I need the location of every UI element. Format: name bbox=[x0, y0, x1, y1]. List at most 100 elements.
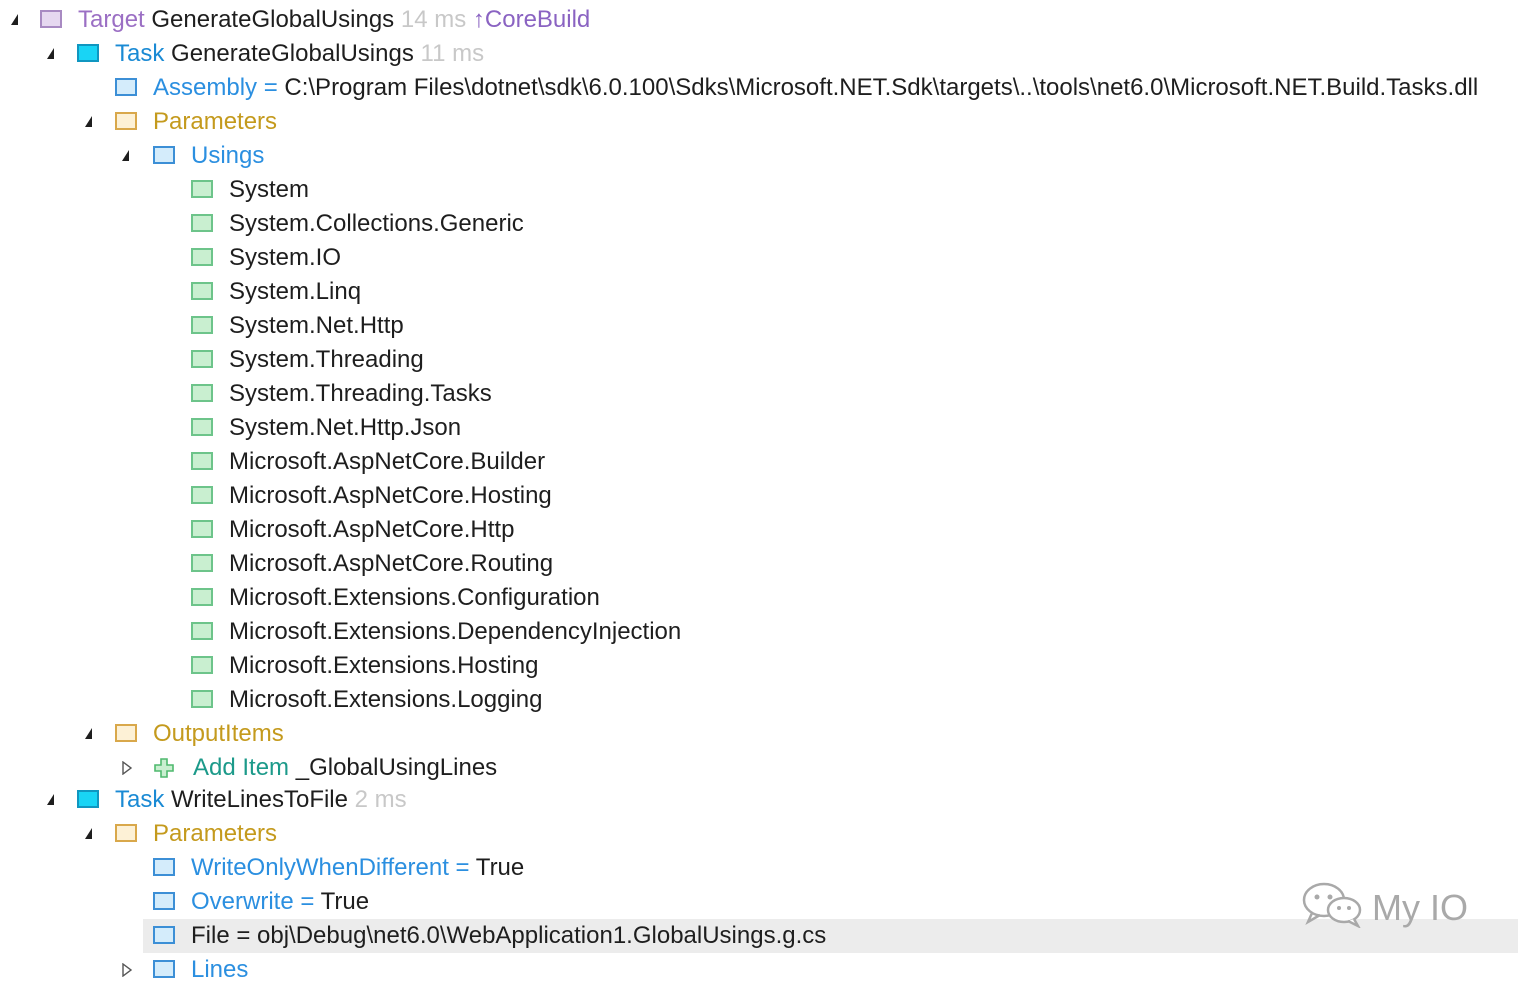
list-item[interactable]: System.Net.Http bbox=[0, 309, 1518, 343]
tree-node-task[interactable]: Task GenerateGlobalUsings 11 ms bbox=[0, 37, 1518, 71]
chat-bubbles-icon bbox=[1300, 880, 1366, 937]
item-label: System.Linq bbox=[229, 278, 362, 305]
tree-node-parameter[interactable]: Usings bbox=[0, 139, 1518, 173]
item-icon bbox=[191, 690, 213, 708]
item-label: Microsoft.Extensions.Hosting bbox=[229, 652, 539, 679]
property-key: Overwrite bbox=[191, 888, 294, 915]
node-label: Lines bbox=[191, 956, 249, 983]
list-item[interactable]: System.IO bbox=[0, 241, 1518, 275]
tree-node-property[interactable]: Overwrite = True bbox=[0, 885, 1518, 919]
list-item[interactable]: Microsoft.AspNetCore.Builder bbox=[0, 445, 1518, 479]
task-icon bbox=[77, 790, 99, 808]
list-item[interactable]: Microsoft.AspNetCore.Http bbox=[0, 513, 1518, 547]
expand-toggle-icon[interactable] bbox=[4, 3, 24, 37]
node-label: Assembly = C:\Program Files\dotnet\sdk\6… bbox=[153, 71, 1478, 105]
tree-node-parameter[interactable]: Lines bbox=[0, 953, 1518, 987]
item-label: Microsoft.AspNetCore.Builder bbox=[229, 448, 546, 475]
tree-node-add-item[interactable]: Add Item _GlobalUsingLines bbox=[0, 751, 1518, 785]
list-item[interactable]: System.Linq bbox=[0, 275, 1518, 309]
item-label: System.IO bbox=[229, 244, 342, 271]
node-duration: 11 ms bbox=[420, 40, 485, 67]
tree-node-target[interactable]: Target GenerateGlobalUsings 14 ms ↑CoreB… bbox=[0, 3, 1518, 37]
node-label: Parameters bbox=[153, 108, 278, 135]
property-icon bbox=[115, 78, 137, 96]
node-label: Overwrite = True bbox=[191, 885, 369, 919]
item-label: System.Net.Http.Json bbox=[229, 414, 462, 441]
node-duration: 2 ms bbox=[354, 786, 407, 813]
expand-toggle-icon[interactable] bbox=[40, 37, 60, 71]
tree-node-folder[interactable]: Parameters bbox=[0, 105, 1518, 139]
list-item[interactable]: Microsoft.AspNetCore.Hosting bbox=[0, 479, 1518, 513]
item-icon bbox=[191, 350, 213, 368]
expand-toggle-icon[interactable] bbox=[78, 717, 98, 751]
watermark: My IO bbox=[1300, 880, 1468, 936]
item-label: System.Threading.Tasks bbox=[229, 380, 492, 407]
node-name: GenerateGlobalUsings bbox=[171, 40, 414, 67]
list-item[interactable]: Microsoft.Extensions.Logging bbox=[0, 683, 1518, 717]
expand-toggle-icon[interactable] bbox=[115, 139, 135, 173]
tree-node-folder[interactable]: Parameters bbox=[0, 817, 1518, 851]
parameter-icon bbox=[153, 960, 175, 978]
property-key: Assembly bbox=[153, 74, 258, 101]
list-item[interactable]: System.Threading.Tasks bbox=[0, 377, 1518, 411]
equals-sign: = bbox=[300, 888, 315, 915]
depends-on-link[interactable]: CoreBuild bbox=[485, 6, 590, 33]
item-label: Microsoft.Extensions.Configuration bbox=[229, 584, 600, 611]
equals-sign: = bbox=[236, 922, 251, 949]
parameter-icon bbox=[153, 146, 175, 164]
property-key: File bbox=[191, 922, 230, 949]
node-label: Add Item _GlobalUsingLines bbox=[193, 751, 497, 785]
item-icon bbox=[191, 554, 213, 572]
list-item[interactable]: System.Threading bbox=[0, 343, 1518, 377]
property-icon bbox=[153, 892, 175, 910]
node-label: Target GenerateGlobalUsings 14 ms ↑CoreB… bbox=[78, 3, 590, 37]
item-icon bbox=[191, 622, 213, 640]
item-label: Microsoft.AspNetCore.Routing bbox=[229, 550, 554, 577]
expand-toggle-icon[interactable] bbox=[78, 105, 98, 139]
node-label: Task WriteLinesToFile 2 ms bbox=[115, 783, 407, 817]
tree-node-task[interactable]: Task WriteLinesToFile 2 ms bbox=[0, 783, 1518, 817]
build-log-tree: Target GenerateGlobalUsings 14 ms ↑CoreB… bbox=[0, 3, 1518, 987]
list-item[interactable]: Microsoft.Extensions.DependencyInjection bbox=[0, 615, 1518, 649]
node-label: Task GenerateGlobalUsings 11 ms bbox=[115, 37, 484, 71]
node-label: OutputItems bbox=[153, 720, 284, 747]
item-icon bbox=[191, 180, 213, 198]
item-label: Microsoft.Extensions.DependencyInjection bbox=[229, 618, 682, 645]
node-name: _GlobalUsingLines bbox=[295, 754, 498, 781]
expand-toggle-icon[interactable] bbox=[78, 817, 98, 851]
node-kind: Add Item bbox=[193, 754, 290, 781]
item-label: Microsoft.AspNetCore.Hosting bbox=[229, 482, 552, 509]
list-item[interactable]: Microsoft.Extensions.Hosting bbox=[0, 649, 1518, 683]
item-icon bbox=[191, 248, 213, 266]
item-icon bbox=[191, 384, 213, 402]
tree-node-folder[interactable]: OutputItems bbox=[0, 717, 1518, 751]
item-label: System.Net.Http bbox=[229, 312, 404, 339]
tree-node-property[interactable]: WriteOnlyWhenDifferent = True bbox=[0, 851, 1518, 885]
node-kind: Task bbox=[115, 40, 165, 67]
tree-node-property[interactable]: Assembly = C:\Program Files\dotnet\sdk\6… bbox=[0, 71, 1518, 105]
property-value: obj\Debug\net6.0\WebApplication1.GlobalU… bbox=[257, 922, 827, 949]
item-icon bbox=[191, 214, 213, 232]
node-label: File = obj\Debug\net6.0\WebApplication1.… bbox=[191, 919, 826, 953]
folder-icon bbox=[115, 112, 137, 130]
property-icon bbox=[153, 926, 175, 944]
item-icon bbox=[191, 418, 213, 436]
list-item[interactable]: System.Net.Http.Json bbox=[0, 411, 1518, 445]
property-value: True bbox=[475, 854, 525, 881]
list-item[interactable]: Microsoft.AspNetCore.Routing bbox=[0, 547, 1518, 581]
folder-icon bbox=[115, 824, 137, 842]
list-item[interactable]: System.Collections.Generic bbox=[0, 207, 1518, 241]
node-label: Usings bbox=[191, 142, 265, 169]
node-kind: Task bbox=[115, 786, 165, 813]
expand-toggle-icon[interactable] bbox=[40, 783, 60, 817]
list-item[interactable]: System bbox=[0, 173, 1518, 207]
equals-sign: = bbox=[455, 854, 470, 881]
collapse-toggle-icon[interactable] bbox=[117, 751, 137, 785]
task-icon bbox=[77, 44, 99, 62]
item-icon bbox=[191, 588, 213, 606]
item-label: System bbox=[229, 176, 310, 203]
collapse-toggle-icon[interactable] bbox=[117, 953, 137, 987]
list-item[interactable]: Microsoft.Extensions.Configuration bbox=[0, 581, 1518, 615]
property-icon bbox=[153, 858, 175, 876]
node-name: WriteLinesToFile bbox=[171, 786, 348, 813]
